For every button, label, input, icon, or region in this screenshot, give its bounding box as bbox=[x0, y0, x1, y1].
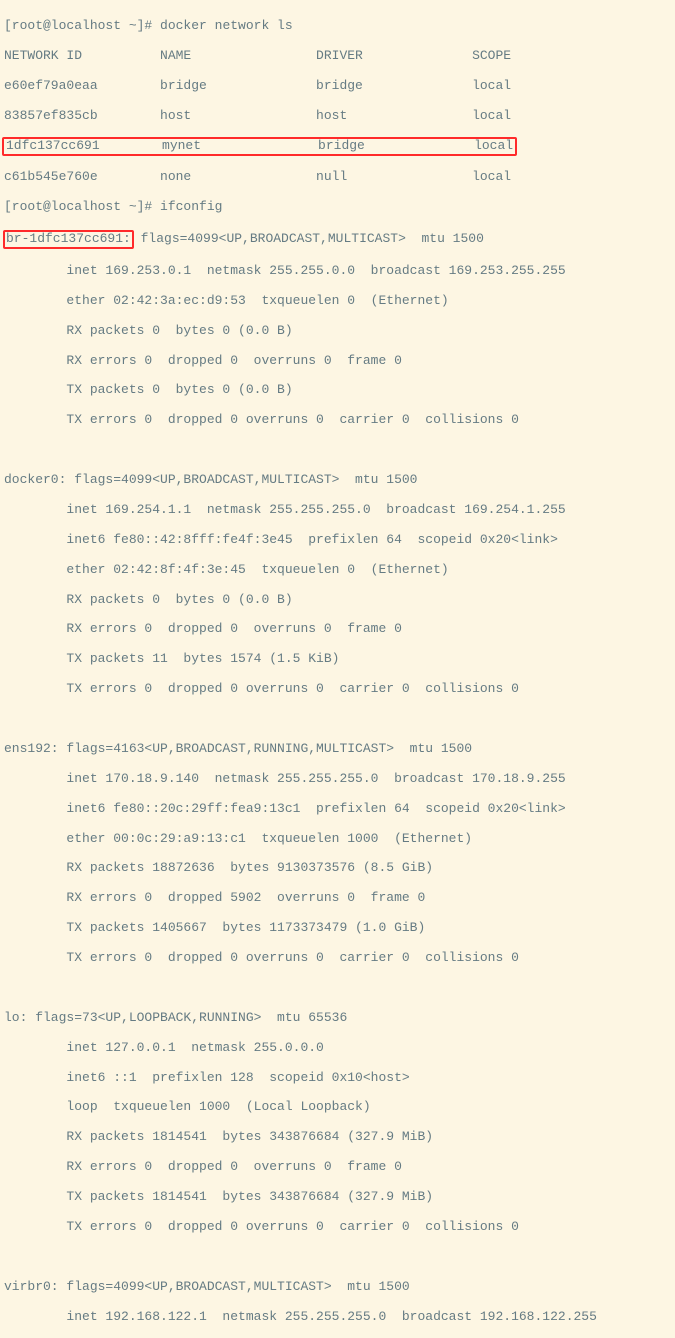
iface-docker0-line: RX packets 0 bytes 0 (0.0 B) bbox=[4, 593, 671, 608]
iface-ens192-line: inet 170.18.9.140 netmask 255.255.255.0 … bbox=[4, 772, 671, 787]
blank-line bbox=[4, 712, 671, 727]
terminal-output[interactable]: [root@localhost ~]# docker network ls NE… bbox=[0, 0, 675, 1338]
docker-header: NETWORK ID NAME DRIVER SCOPE bbox=[4, 49, 671, 64]
iface-lo-line: loop txqueuelen 1000 (Local Loopback) bbox=[4, 1100, 671, 1115]
iface-br-line: TX errors 0 dropped 0 overruns 0 carrier… bbox=[4, 413, 671, 428]
iface-lo-line: TX errors 0 dropped 0 overruns 0 carrier… bbox=[4, 1220, 671, 1235]
iface-lo-line: inet6 ::1 prefixlen 128 scopeid 0x10<hos… bbox=[4, 1071, 671, 1086]
blank-line bbox=[4, 1250, 671, 1265]
iface-ens192-line: TX packets 1405667 bytes 1173373479 (1.0… bbox=[4, 921, 671, 936]
iface-docker0-line: inet6 fe80::42:8fff:fe4f:3e45 prefixlen … bbox=[4, 533, 671, 548]
iface-ens192-line: inet6 fe80::20c:29ff:fea9:13c1 prefixlen… bbox=[4, 802, 671, 817]
docker-row: c61b545e760e none null local bbox=[4, 170, 671, 185]
highlight-box: 1dfc137cc691 mynet bridge local bbox=[2, 137, 517, 156]
iface-br-line: RX errors 0 dropped 0 overruns 0 frame 0 bbox=[4, 354, 671, 369]
iface-br-line: ether 02:42:3a:ec:d9:53 txqueuelen 0 (Et… bbox=[4, 294, 671, 309]
iface-ens192-line: TX errors 0 dropped 0 overruns 0 carrier… bbox=[4, 951, 671, 966]
docker-row-highlighted: 1dfc137cc691 mynet bridge local bbox=[4, 138, 671, 155]
iface-docker0-line: inet 169.254.1.1 netmask 255.255.255.0 b… bbox=[4, 503, 671, 518]
ifconfig-command: ifconfig bbox=[160, 199, 222, 214]
docker-command: docker network ls bbox=[160, 18, 293, 33]
iface-ens192-line: ens192: flags=4163<UP,BROADCAST,RUNNING,… bbox=[4, 742, 671, 757]
shell-prompt: [root@localhost ~]# bbox=[4, 18, 160, 33]
iface-lo-line: inet 127.0.0.1 netmask 255.0.0.0 bbox=[4, 1041, 671, 1056]
iface-lo-line: TX packets 1814541 bytes 343876684 (327.… bbox=[4, 1190, 671, 1205]
iface-docker0-line: TX errors 0 dropped 0 overruns 0 carrier… bbox=[4, 682, 671, 697]
iface-lo-line: lo: flags=73<UP,LOOPBACK,RUNNING> mtu 65… bbox=[4, 1011, 671, 1026]
iface-br-line: RX packets 0 bytes 0 (0.0 B) bbox=[4, 324, 671, 339]
docker-row: e60ef79a0eaa bridge bridge local bbox=[4, 79, 671, 94]
iface-lo-line: RX packets 1814541 bytes 343876684 (327.… bbox=[4, 1130, 671, 1145]
iface-virbr0-line: virbr0: flags=4099<UP,BROADCAST,MULTICAS… bbox=[4, 1280, 671, 1295]
blank-line bbox=[4, 981, 671, 996]
iface-ens192-line: RX errors 0 dropped 5902 overruns 0 fram… bbox=[4, 891, 671, 906]
blank-line bbox=[4, 443, 671, 458]
iface-ens192-line: ether 00:0c:29:a9:13:c1 txqueuelen 1000 … bbox=[4, 832, 671, 847]
docker-row: 83857ef835cb host host local bbox=[4, 109, 671, 124]
iface-lo-line: RX errors 0 dropped 0 overruns 0 frame 0 bbox=[4, 1160, 671, 1175]
shell-prompt: [root@localhost ~]# bbox=[4, 199, 160, 214]
iface-br-header: br-1dfc137cc691: flags=4099<UP,BROADCAST… bbox=[4, 230, 671, 249]
iface-docker0-line: RX errors 0 dropped 0 overruns 0 frame 0 bbox=[4, 622, 671, 637]
iface-docker0-line: docker0: flags=4099<UP,BROADCAST,MULTICA… bbox=[4, 473, 671, 488]
iface-docker0-line: TX packets 11 bytes 1574 (1.5 KiB) bbox=[4, 652, 671, 667]
highlight-box: br-1dfc137cc691: bbox=[3, 230, 134, 249]
iface-ens192-line: RX packets 18872636 bytes 9130373576 (8.… bbox=[4, 861, 671, 876]
iface-br-line: inet 169.253.0.1 netmask 255.255.0.0 bro… bbox=[4, 264, 671, 279]
iface-docker0-line: ether 02:42:8f:4f:3e:45 txqueuelen 0 (Et… bbox=[4, 563, 671, 578]
iface-br-line: TX packets 0 bytes 0 (0.0 B) bbox=[4, 383, 671, 398]
iface-virbr0-line: inet 192.168.122.1 netmask 255.255.255.0… bbox=[4, 1310, 671, 1325]
